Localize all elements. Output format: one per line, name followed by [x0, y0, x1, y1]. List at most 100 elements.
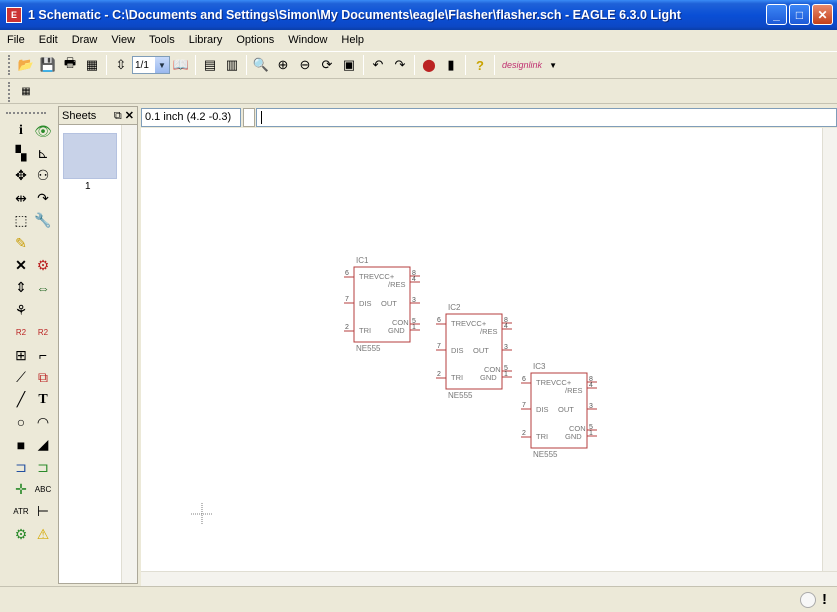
group-icon[interactable]: ⬚	[10, 210, 32, 232]
zoom-select-icon[interactable]: ▣	[339, 55, 359, 75]
change-icon[interactable]: 🔧	[32, 210, 54, 232]
grid-icon[interactable]: ▦	[16, 82, 36, 102]
ulp-icon[interactable]: ▥	[222, 55, 242, 75]
command-line-input[interactable]	[256, 108, 837, 127]
zoom-fit-icon[interactable]: 🔍	[251, 55, 271, 75]
command-history-button[interactable]	[243, 108, 255, 127]
info-icon[interactable]: i	[10, 120, 32, 142]
bus-icon[interactable]: ⊐	[10, 456, 32, 478]
smash-icon[interactable]: ⊞	[10, 344, 32, 366]
add-icon[interactable]: ⚙	[32, 254, 54, 276]
pinswap-icon[interactable]: ⇕	[10, 277, 32, 299]
zoom-in-icon[interactable]: ⊕	[273, 55, 293, 75]
rotate-icon[interactable]: ↷	[32, 187, 54, 209]
sheet-select[interactable]: 1/1 ▼	[132, 56, 170, 74]
pin-label: /RES	[388, 280, 406, 289]
pin-number: 2	[345, 324, 349, 331]
schematic-canvas[interactable]: 6 7 2 8 4 3 5 1 TREVCC+/RES DIS OUT CON TRI GND IC1 NE5…	[141, 128, 837, 586]
toolbar-grip-2[interactable]	[8, 81, 11, 102]
attribute-icon[interactable]: ATR	[10, 501, 32, 523]
paste-icon[interactable]: ✎	[10, 232, 32, 254]
menu-file[interactable]: File	[0, 34, 32, 46]
miter-icon[interactable]: ⌐	[32, 344, 54, 366]
cam-icon[interactable]: ▦	[82, 55, 102, 75]
junction-icon[interactable]: ✛	[10, 478, 32, 500]
ne555-symbol[interactable]: 67284351TREVCC+/RESDIS OUTCONTRI GNDIC2NE5…	[436, 303, 512, 400]
stop-command-icon[interactable]: !	[822, 591, 827, 608]
polygon-icon[interactable]: ◢	[32, 433, 54, 455]
title-bar[interactable]: E 1 Schematic - C:\Documents and Setting…	[0, 0, 837, 30]
sheet-icon[interactable]: ⇳	[111, 55, 131, 75]
open-icon[interactable]: 📂	[16, 55, 36, 75]
display-icon[interactable]: ▚	[10, 142, 32, 164]
show-icon[interactable]: 👁	[32, 120, 54, 142]
maximize-button[interactable]: □	[789, 4, 810, 25]
value-icon[interactable]: R2	[32, 322, 54, 344]
copy-icon[interactable]: ⚇	[32, 165, 54, 187]
close-panel-icon[interactable]: ✕	[125, 110, 134, 122]
go-icon[interactable]: ▮	[441, 55, 461, 75]
mark-icon[interactable]: ⊾	[32, 142, 54, 164]
arc-icon[interactable]: ◠	[32, 411, 54, 433]
print-icon[interactable]: 🖶	[60, 55, 80, 75]
menu-library[interactable]: Library	[182, 34, 230, 46]
save-icon[interactable]: 💾	[38, 55, 58, 75]
pin-label: DIS	[536, 405, 549, 414]
erc-icon[interactable]: ⚙	[10, 523, 32, 545]
stop-icon[interactable]: ⬤	[419, 55, 439, 75]
close-button[interactable]: ✕	[812, 4, 833, 25]
mirror-icon[interactable]: ⇹	[10, 187, 32, 209]
sheets-scrollbar[interactable]	[121, 125, 137, 583]
text-icon[interactable]: T	[32, 389, 54, 411]
redo-icon[interactable]: ↷	[390, 55, 410, 75]
designlink-button[interactable]: designlink	[502, 60, 542, 70]
errors-icon[interactable]: ⚠	[32, 523, 54, 545]
pin-label: GND	[565, 432, 582, 441]
menu-options[interactable]: Options	[229, 34, 281, 46]
menu-tools[interactable]: Tools	[142, 34, 182, 46]
pin-label: DIS	[359, 299, 372, 308]
pin-number: 7	[437, 343, 441, 350]
wire-icon[interactable]: ╱	[10, 389, 32, 411]
schematic-drawing[interactable]: 67284351TREVCC+/RESDIS OUTCONTRI GNDIC1NE5…	[141, 128, 837, 586]
use-library-icon[interactable]: 📖	[171, 55, 191, 75]
pin-label: TRI	[451, 373, 463, 382]
menu-view[interactable]: View	[104, 34, 142, 46]
gateswap-icon[interactable]: ⇔	[32, 277, 54, 299]
redraw-icon[interactable]: ⟳	[317, 55, 337, 75]
menu-help[interactable]: Help	[334, 34, 371, 46]
replace-icon[interactable]: ⚘	[10, 299, 32, 321]
status-bar: !	[0, 586, 837, 612]
ne555-symbol[interactable]: 67284351TREVCC+/RESDIS OUTCONTRI GNDIC1NE5…	[344, 256, 420, 353]
minimize-button[interactable]: _	[766, 4, 787, 25]
net-icon[interactable]: ⊐	[32, 456, 54, 478]
menu-draw[interactable]: Draw	[65, 34, 105, 46]
chevron-down-icon[interactable]: ▼	[155, 57, 169, 73]
sheet-thumbnail[interactable]	[63, 133, 117, 179]
rect-icon[interactable]: ■	[10, 433, 32, 455]
name-icon[interactable]: R2	[10, 322, 32, 344]
help-icon[interactable]: ?	[470, 55, 490, 75]
move-icon[interactable]: ✥	[10, 165, 32, 187]
undock-icon[interactable]: ⧉	[114, 110, 122, 122]
toolbar-grip[interactable]	[8, 55, 11, 75]
zoom-out-icon[interactable]: ⊖	[295, 55, 315, 75]
sheets-panel: Sheets ⧉ ✕ 1	[58, 106, 138, 584]
split-icon[interactable]: ⟋	[10, 366, 32, 388]
pin-label: GND	[388, 326, 405, 335]
menu-window[interactable]: Window	[281, 34, 334, 46]
canvas-horizontal-scrollbar[interactable]	[141, 571, 837, 586]
pin-number: 6	[522, 376, 526, 383]
script-icon[interactable]: ▤	[200, 55, 220, 75]
canvas-vertical-scrollbar[interactable]	[822, 128, 837, 571]
designlink-dropdown-icon[interactable]: ▼	[543, 55, 563, 75]
eagle-app-icon[interactable]: E	[6, 7, 22, 23]
menu-edit[interactable]: Edit	[32, 34, 65, 46]
delete-icon[interactable]: ✕	[10, 254, 32, 276]
invoke-icon[interactable]: ⧉	[32, 366, 54, 388]
undo-icon[interactable]: ↶	[368, 55, 388, 75]
dimension-icon[interactable]: ⊢	[32, 501, 54, 523]
circle-icon[interactable]: ○	[10, 411, 32, 433]
label-icon[interactable]: ABC	[32, 478, 54, 500]
ne555-symbol[interactable]: 67284351TREVCC+/RESDIS OUTCONTRI GNDIC3NE5…	[521, 362, 597, 459]
